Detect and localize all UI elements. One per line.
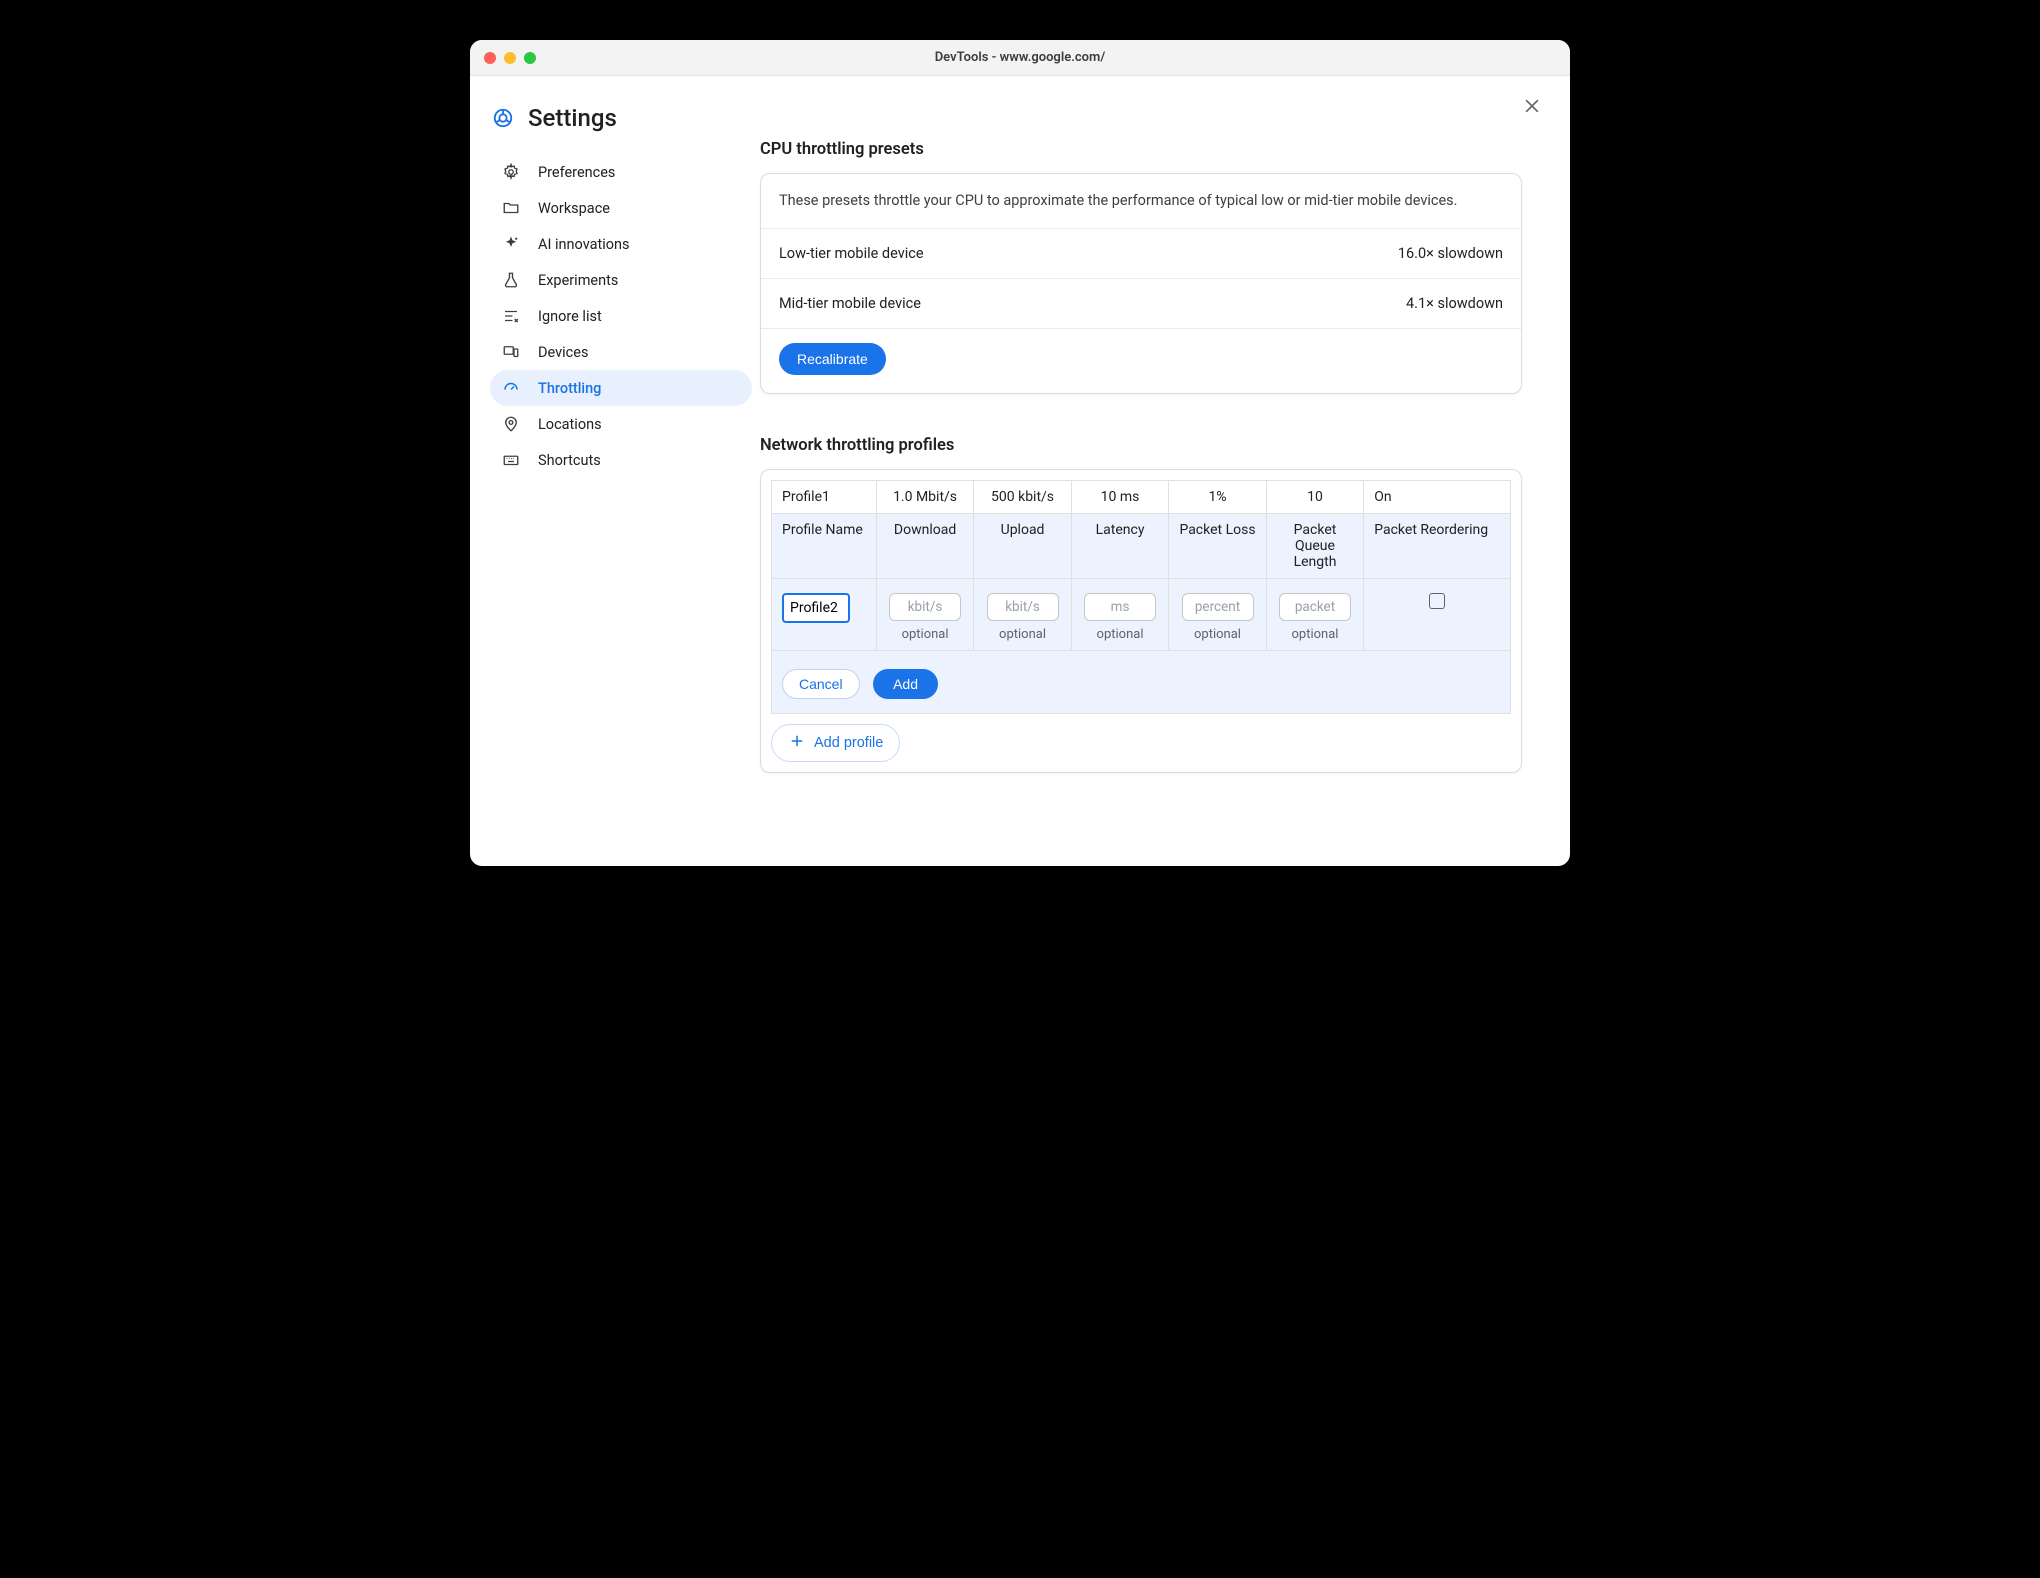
sidebar-item-label: Shortcuts	[538, 452, 601, 469]
sidebar-item-label: Throttling	[538, 380, 601, 397]
col-header-latency: Latency	[1071, 513, 1168, 578]
col-header-reorder: Packet Reordering	[1364, 513, 1511, 578]
add-profile-button[interactable]: Add profile	[771, 724, 900, 762]
sidebar-item-label: Preferences	[538, 164, 615, 181]
gear-icon	[502, 163, 520, 181]
plus-icon	[788, 732, 806, 754]
devices-icon	[502, 343, 520, 361]
flask-icon	[502, 271, 520, 289]
optional-label: optional	[1277, 627, 1353, 642]
devtools-settings-window: DevTools - www.google.com/ Settings Pref…	[470, 40, 1570, 866]
sidebar-item-experiments[interactable]: Experiments	[490, 262, 752, 298]
packet-reordering-checkbox[interactable]	[1429, 593, 1445, 609]
sidebar-item-preferences[interactable]: Preferences	[490, 154, 752, 190]
keyboard-icon	[502, 451, 520, 469]
maximize-window-button[interactable]	[524, 52, 536, 64]
titlebar: DevTools - www.google.com/	[470, 40, 1570, 76]
minimize-window-button[interactable]	[504, 52, 516, 64]
speedometer-icon	[502, 379, 520, 397]
folder-icon	[502, 199, 520, 217]
settings-header: Settings	[490, 104, 752, 132]
window-controls	[470, 52, 536, 64]
ignore-list-icon	[502, 307, 520, 325]
network-profiles-table: Profile1 1.0 Mbit/s 500 kbit/s 10 ms 1% …	[771, 480, 1511, 714]
cell-packet-loss: 1%	[1169, 480, 1266, 513]
cpu-preset-row: Mid-tier mobile device 4.1× slowdown	[761, 279, 1521, 329]
preset-name: Mid-tier mobile device	[779, 295, 921, 312]
optional-label: optional	[1179, 627, 1255, 642]
col-header-download: Download	[876, 513, 973, 578]
latency-input[interactable]	[1084, 593, 1156, 621]
sidebar-item-label: Experiments	[538, 272, 618, 289]
close-window-button[interactable]	[484, 52, 496, 64]
col-header-queue: Packet Queue Length	[1266, 513, 1363, 578]
location-pin-icon	[502, 415, 520, 433]
add-profile-label: Add profile	[814, 735, 883, 751]
sidebar-item-label: Workspace	[538, 200, 610, 217]
cpu-preset-row: Low-tier mobile device 16.0× slowdown	[761, 229, 1521, 279]
cell-packet-reordering: On	[1364, 480, 1511, 513]
col-header-loss: Packet Loss	[1169, 513, 1266, 578]
packet-loss-input[interactable]	[1182, 593, 1254, 621]
sidebar-item-throttling[interactable]: Throttling	[490, 370, 752, 406]
add-button[interactable]: Add	[873, 669, 938, 699]
cell-profile-name: Profile1	[772, 480, 877, 513]
optional-label: optional	[984, 627, 1060, 642]
optional-label: optional	[1082, 627, 1158, 642]
download-input[interactable]	[889, 593, 961, 621]
sidebar-item-locations[interactable]: Locations	[490, 406, 752, 442]
preset-name: Low-tier mobile device	[779, 245, 924, 262]
sidebar-item-shortcuts[interactable]: Shortcuts	[490, 442, 752, 478]
sidebar-item-devices[interactable]: Devices	[490, 334, 752, 370]
col-header-name: Profile Name	[772, 513, 877, 578]
table-row[interactable]: Profile1 1.0 Mbit/s 500 kbit/s 10 ms 1% …	[772, 480, 1511, 513]
cell-download: 1.0 Mbit/s	[876, 480, 973, 513]
cell-upload: 500 kbit/s	[974, 480, 1071, 513]
table-header-row: Profile Name Download Upload Latency Pac…	[772, 513, 1511, 578]
sidebar-item-workspace[interactable]: Workspace	[490, 190, 752, 226]
network-profiles-card: Profile1 1.0 Mbit/s 500 kbit/s 10 ms 1% …	[760, 469, 1522, 773]
cancel-button[interactable]: Cancel	[782, 669, 860, 699]
profile-name-input[interactable]	[782, 593, 850, 623]
window-title: DevTools - www.google.com/	[470, 50, 1570, 65]
close-icon[interactable]	[1522, 96, 1542, 116]
sidebar: Settings Preferences Workspace AI innova…	[470, 76, 760, 866]
cpu-card-footer: Recalibrate	[761, 329, 1521, 393]
network-section-title: Network throttling profiles	[760, 436, 1522, 455]
content-area: Settings Preferences Workspace AI innova…	[470, 76, 1570, 866]
main-panel: CPU throttling presets These presets thr…	[760, 76, 1570, 866]
preset-value: 4.1× slowdown	[1406, 295, 1503, 312]
upload-input[interactable]	[987, 593, 1059, 621]
profile-input-row: optional optional optional optional	[772, 578, 1511, 650]
cpu-description: These presets throttle your CPU to appro…	[761, 174, 1521, 229]
chrome-devtools-icon	[492, 107, 514, 129]
sparkle-icon	[502, 235, 520, 253]
cell-packet-queue: 10	[1266, 480, 1363, 513]
sidebar-item-label: Devices	[538, 344, 588, 361]
recalibrate-button[interactable]: Recalibrate	[779, 343, 886, 375]
col-header-upload: Upload	[974, 513, 1071, 578]
cpu-section-title: CPU throttling presets	[760, 140, 1522, 159]
page-title: Settings	[528, 104, 617, 132]
cell-latency: 10 ms	[1071, 480, 1168, 513]
packet-queue-input[interactable]	[1279, 593, 1351, 621]
optional-label: optional	[887, 627, 963, 642]
sidebar-item-ignore-list[interactable]: Ignore list	[490, 298, 752, 334]
sidebar-item-label: Ignore list	[538, 308, 602, 325]
sidebar-item-label: Locations	[538, 416, 602, 433]
sidebar-item-ai-innovations[interactable]: AI innovations	[490, 226, 752, 262]
sidebar-item-label: AI innovations	[538, 236, 630, 253]
profile-actions-row: Cancel Add	[772, 650, 1511, 713]
preset-value: 16.0× slowdown	[1398, 245, 1503, 262]
cpu-presets-card: These presets throttle your CPU to appro…	[760, 173, 1522, 394]
